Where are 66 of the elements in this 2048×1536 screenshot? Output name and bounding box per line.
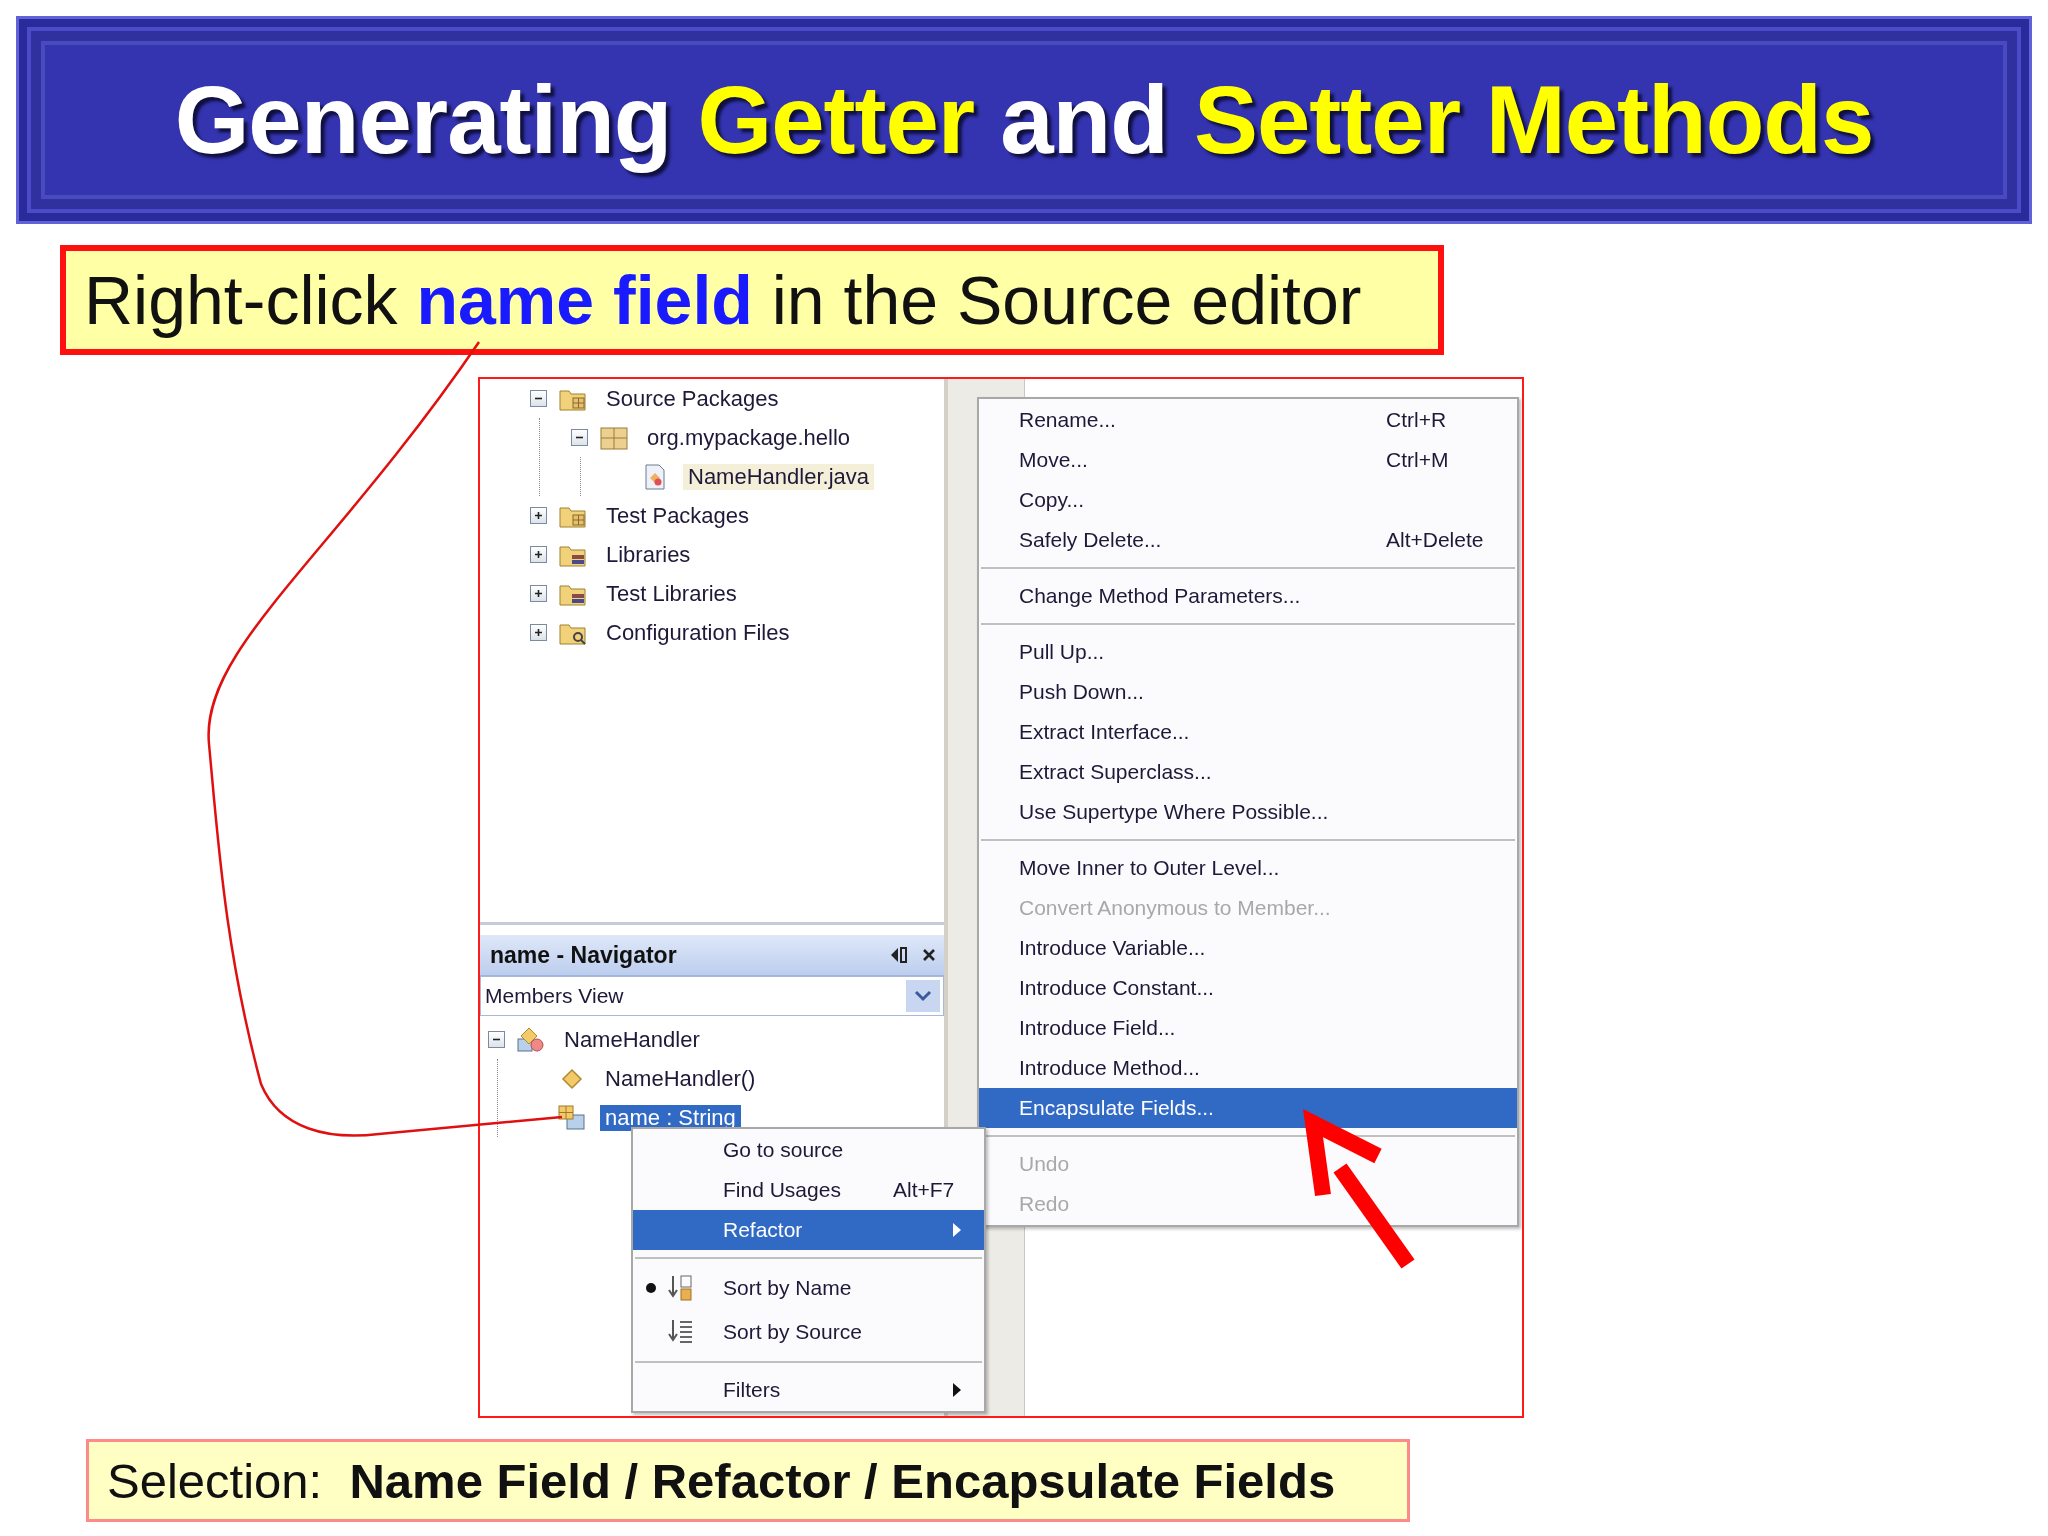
expand-button[interactable]: [530, 546, 547, 563]
submenu-arrow-icon: [952, 1382, 962, 1398]
tree-item[interactable]: org.mypackage.hello: [642, 424, 855, 451]
menu-item[interactable]: Change Method Parameters...: [979, 576, 1517, 616]
shortcut-text: Ctrl+M: [1386, 448, 1450, 472]
panel-title: name - Navigator: [490, 941, 678, 969]
shortcut-text: Alt+Delete: [1386, 528, 1485, 552]
menu-item[interactable]: Filters: [633, 1370, 984, 1410]
plus-icon: [533, 510, 544, 521]
menu-item[interactable]: Go to source: [633, 1130, 984, 1170]
menu-item[interactable]: Introduce Constant...: [979, 968, 1517, 1008]
package-icon: [600, 424, 628, 451]
collapse-button[interactable]: [530, 390, 547, 407]
menu-item[interactable]: Pull Up...: [979, 632, 1517, 672]
expand-button[interactable]: [530, 624, 547, 641]
plus-icon: [533, 588, 544, 599]
tree-item[interactable]: name : String: [600, 1104, 741, 1131]
dropdown-button[interactable]: [906, 980, 940, 1012]
tree-item[interactable]: Libraries: [601, 541, 696, 568]
selection-text: Selection: Name Field / Refactor / Encapsulate Fields: [107, 1452, 1336, 1509]
sort-list-icon: [667, 1318, 695, 1346]
tree-item[interactable]: Test Packages: [601, 502, 755, 529]
menu-item[interactable]: Sort by Source: [633, 1310, 984, 1354]
menu-item[interactable]: Rename... Ctrl+R: [979, 400, 1517, 440]
menu-item[interactable]: Introduce Variable...: [979, 928, 1517, 968]
tree-item[interactable]: NameHandler: [559, 1026, 705, 1053]
expand-button[interactable]: [530, 585, 547, 602]
class-icon: [517, 1026, 545, 1053]
minimize-icon[interactable]: [890, 946, 908, 964]
instruction-text: Right-click name field in the Source editor: [84, 261, 1362, 339]
shortcut-text: Alt+F7: [893, 1178, 955, 1202]
title-text: Generating: [174, 65, 672, 175]
menu-item[interactable]: Copy...: [979, 480, 1517, 520]
menu-item[interactable]: Extract Superclass...: [979, 752, 1517, 792]
plus-icon: [533, 627, 544, 638]
shortcut-text: Ctrl+R: [1386, 408, 1448, 432]
collapse-button[interactable]: [571, 429, 588, 446]
title-text: Setter Methods: [1193, 65, 1874, 175]
tree-item[interactable]: NameHandler.java: [683, 463, 874, 490]
menu-item[interactable]: Encapsulate Fields...: [979, 1088, 1517, 1128]
menu-item[interactable]: Push Down...: [979, 672, 1517, 712]
field-icon: [558, 1104, 586, 1131]
view-dropdown[interactable]: Members View: [480, 976, 944, 1016]
menu-item[interactable]: Find Usages Alt+F7: [633, 1170, 984, 1210]
collapse-button[interactable]: [488, 1031, 505, 1048]
menu-item[interactable]: Refactor: [633, 1210, 984, 1250]
plus-icon: [533, 549, 544, 560]
tree-item[interactable]: Test Libraries: [601, 580, 742, 607]
menu-item[interactable]: Sort by Name: [633, 1266, 984, 1310]
menu-item[interactable]: Move Inner to Outer Level...: [979, 848, 1517, 888]
title-text: and: [1000, 65, 1168, 175]
menu-item[interactable]: Extract Interface...: [979, 712, 1517, 752]
chevron-down-icon: [914, 990, 932, 1002]
tree-item[interactable]: Configuration Files: [601, 619, 795, 646]
tree-item[interactable]: NameHandler(): [600, 1065, 761, 1092]
title-text: Getter: [697, 65, 975, 175]
tree-item[interactable]: Source Packages: [601, 385, 784, 412]
menu-item[interactable]: Introduce Method...: [979, 1048, 1517, 1088]
menu-item[interactable]: Safely Delete... Alt+Delete: [979, 520, 1517, 560]
menu-item[interactable]: Move... Ctrl+M: [979, 440, 1517, 480]
submenu-arrow-icon: [952, 1222, 962, 1238]
close-icon[interactable]: [922, 948, 936, 962]
menu-item[interactable]: Use Supertype Where Possible...: [979, 792, 1517, 832]
expand-button[interactable]: [530, 507, 547, 524]
sort-alphabetical-icon: [667, 1274, 695, 1302]
menu-item[interactable]: Introduce Field...: [979, 1008, 1517, 1048]
